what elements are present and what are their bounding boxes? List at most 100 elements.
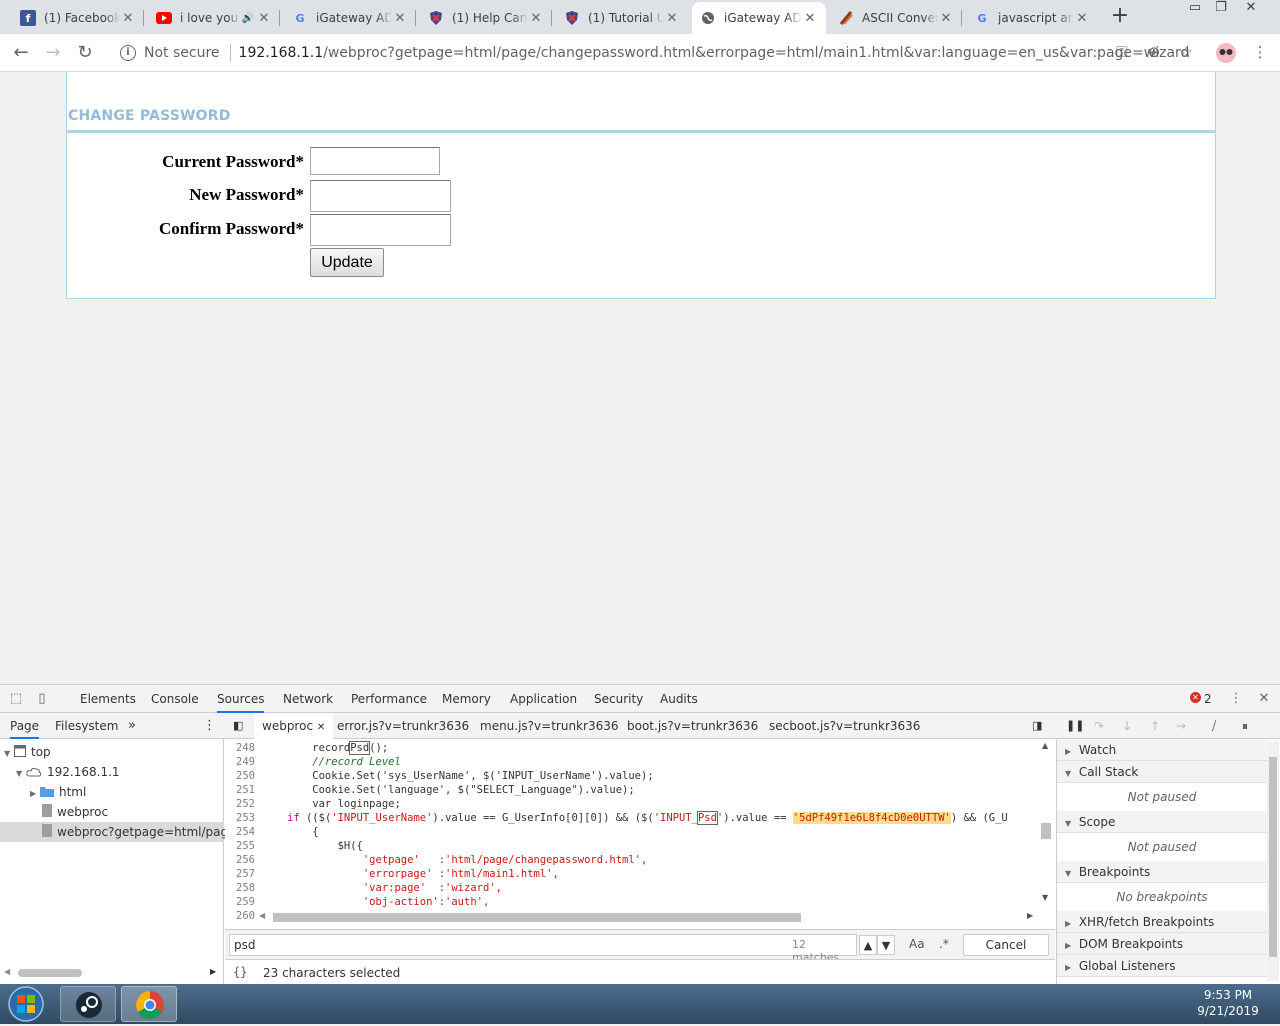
forward-button[interactable]: → xyxy=(40,40,66,66)
nav-tab-page[interactable]: Page xyxy=(10,713,40,739)
audio-icon[interactable]: 🔊 xyxy=(240,13,256,24)
pause-on-exceptions-icon[interactable]: ⏸ xyxy=(1242,713,1248,739)
step-over-icon[interactable]: ↷ xyxy=(1094,713,1104,739)
menu-icon[interactable]: ⋮ xyxy=(1250,42,1270,62)
key-icon[interactable]: ⚿ xyxy=(1112,42,1132,62)
info-icon[interactable]: i xyxy=(120,45,136,61)
close-icon[interactable]: ✕ xyxy=(256,11,272,26)
code-hscrollbar[interactable]: ◀ ▶ xyxy=(259,911,1039,923)
devtools-tab-sources[interactable]: Sources xyxy=(217,685,265,713)
device-toolbar-icon[interactable]: ▯ xyxy=(34,691,50,707)
search-input[interactable]: psd 12 matches xyxy=(229,934,857,964)
deactivate-breakpoints-icon[interactable]: ⧸ xyxy=(1212,713,1216,739)
update-button[interactable]: Update xyxy=(310,248,384,277)
close-icon[interactable]: ✕ xyxy=(317,722,325,733)
new-tab-button[interactable]: + xyxy=(1108,4,1132,28)
inspect-icon[interactable]: ⬚ xyxy=(8,691,24,707)
tab-ascii[interactable]: ASCII Convert ✕ xyxy=(830,2,962,34)
devtools-tab-console[interactable]: Console xyxy=(151,685,199,713)
reload-button[interactable]: ↻ xyxy=(72,40,98,66)
close-devtools-icon[interactable]: ✕ xyxy=(1256,691,1272,707)
nav-menu-icon[interactable]: ⋮ xyxy=(203,713,216,739)
nav-tab-filesystem[interactable]: Filesystem xyxy=(55,713,118,739)
step-into-icon[interactable]: ↓ xyxy=(1122,713,1132,739)
devtools-tab-elements[interactable]: Elements xyxy=(80,685,136,713)
code-editor[interactable]: 248 recordPsd(); 249 //record Level 250 … xyxy=(225,739,1055,985)
match-case-button[interactable]: Aa xyxy=(909,937,925,951)
more-tabs-icon[interactable]: » xyxy=(128,713,136,739)
devtools-tab-network[interactable]: Network xyxy=(283,685,333,713)
tree-item-top[interactable]: ▼ top xyxy=(0,742,224,762)
tree-item-webproc[interactable]: webproc xyxy=(0,802,224,822)
section-global-listeners[interactable]: ▶ Global Listeners xyxy=(1057,955,1267,977)
devtools-tab-audits[interactable]: Audits xyxy=(660,685,698,713)
section-dom-breakpoints[interactable]: ▶ DOM Breakpoints xyxy=(1057,933,1267,955)
close-icon[interactable]: ✕ xyxy=(938,11,954,26)
star-icon[interactable]: ☆ xyxy=(1176,42,1196,62)
tab-youtube[interactable]: i love you 🔊 ✕ xyxy=(148,2,280,34)
tree-item-host[interactable]: ▼ 192.168.1.1 xyxy=(0,762,224,782)
toggle-debugger-icon[interactable]: ◨ xyxy=(1032,713,1042,739)
new-password-input[interactable] xyxy=(310,180,451,212)
file-tab-webproc[interactable]: webproc ✕ xyxy=(254,713,334,739)
avatar[interactable] xyxy=(1214,42,1238,63)
tab-igateway-active[interactable]: iGateway ADS ✕ xyxy=(692,2,826,34)
section-xhr-breakpoints[interactable]: ▶ XHR/fetch Breakpoints xyxy=(1057,911,1267,933)
navigator-hscrollbar[interactable]: ◀ ▶ xyxy=(4,967,218,979)
tab-title: iGateway ADS xyxy=(724,11,802,25)
regex-button[interactable]: .* xyxy=(939,937,949,951)
code-vscrollbar[interactable]: ▲ ▼ xyxy=(1039,741,1053,905)
pretty-print-icon[interactable]: {} xyxy=(233,965,247,979)
tab-facebook[interactable]: f (1) Facebook ✕ xyxy=(12,2,144,34)
back-button[interactable]: ← xyxy=(8,40,34,66)
devtools-tab-performance[interactable]: Performance xyxy=(351,685,427,713)
close-icon[interactable]: ✕ xyxy=(528,11,544,26)
section-call-stack[interactable]: ▼ Call Stack xyxy=(1057,761,1267,783)
file-tab-boot-js[interactable]: boot.js?v=trunkr3636 xyxy=(627,713,758,739)
error-icon[interactable]: ✕ xyxy=(1190,692,1201,703)
minimize-button[interactable]: ▭ xyxy=(1184,0,1206,18)
code-line: 257 'errorpage' :'html/main1.html', xyxy=(236,868,559,880)
tree-item-html[interactable]: ▶ html xyxy=(0,782,224,802)
step-icon[interactable]: → xyxy=(1176,713,1186,739)
restore-button[interactable]: ❐ xyxy=(1210,0,1232,18)
step-out-icon[interactable]: ↑ xyxy=(1150,713,1160,739)
file-tab-menu-js[interactable]: menu.js?v=trunkr3636 xyxy=(480,713,618,739)
close-icon[interactable]: ✕ xyxy=(1074,11,1090,26)
zoom-icon[interactable]: ⊕ xyxy=(1144,42,1164,62)
clock[interactable]: 9:53 PM 9/21/2019 xyxy=(1184,988,1272,1018)
tree-item-webproc-getpage[interactable]: webproc?getpage=html/page/ xyxy=(0,822,240,842)
file-tab-secboot-js[interactable]: secboot.js?v=trunkr3636 xyxy=(769,713,920,739)
close-icon[interactable]: ✕ xyxy=(392,11,408,26)
close-window-button[interactable]: ✕ xyxy=(1240,0,1262,18)
section-scope[interactable]: ▼ Scope xyxy=(1057,811,1267,833)
not-secure-label[interactable]: Not secure xyxy=(144,45,220,61)
tab-igateway-1[interactable]: G iGateway ADS ✕ xyxy=(284,2,416,34)
pause-icon[interactable]: ❚❚ xyxy=(1066,713,1084,739)
next-match-button[interactable]: ▼ xyxy=(877,935,895,955)
current-password-input[interactable] xyxy=(310,147,440,175)
previous-match-button[interactable]: ▲ xyxy=(859,935,877,955)
debugger-vscrollbar[interactable] xyxy=(1267,741,1279,981)
tab-javascript[interactable]: G javascript arra ✕ xyxy=(966,2,1098,34)
close-icon[interactable]: ✕ xyxy=(802,11,818,26)
confirm-password-input[interactable] xyxy=(310,214,451,246)
devtools-tab-memory[interactable]: Memory xyxy=(442,685,491,713)
error-count[interactable]: 2 xyxy=(1204,685,1212,713)
devtools-menu-icon[interactable]: ⋮ xyxy=(1228,691,1244,707)
close-icon[interactable]: ✕ xyxy=(664,11,680,26)
address-bar[interactable]: i Not secure 192.168.1.1/webproc?getpage… xyxy=(108,38,1208,68)
devtools-tab-security[interactable]: Security xyxy=(594,685,643,713)
section-watch[interactable]: ▶ Watch xyxy=(1057,739,1267,761)
tab-tutorial[interactable]: (1) Tutorial Up ✕ xyxy=(556,2,688,34)
start-button[interactable] xyxy=(4,985,48,1023)
cancel-search-button[interactable]: Cancel xyxy=(963,934,1049,956)
steam-taskbar-button[interactable] xyxy=(60,986,116,1022)
devtools-tab-application[interactable]: Application xyxy=(510,685,577,713)
section-breakpoints[interactable]: ▼ Breakpoints xyxy=(1057,861,1267,883)
toggle-navigator-icon[interactable]: ◧ xyxy=(233,713,243,739)
chrome-taskbar-button[interactable] xyxy=(121,986,177,1022)
close-icon[interactable]: ✕ xyxy=(120,11,136,26)
file-tab-error-js[interactable]: error.js?v=trunkr3636 xyxy=(337,713,469,739)
tab-help[interactable]: (1) Help Can t ✕ xyxy=(420,2,552,34)
